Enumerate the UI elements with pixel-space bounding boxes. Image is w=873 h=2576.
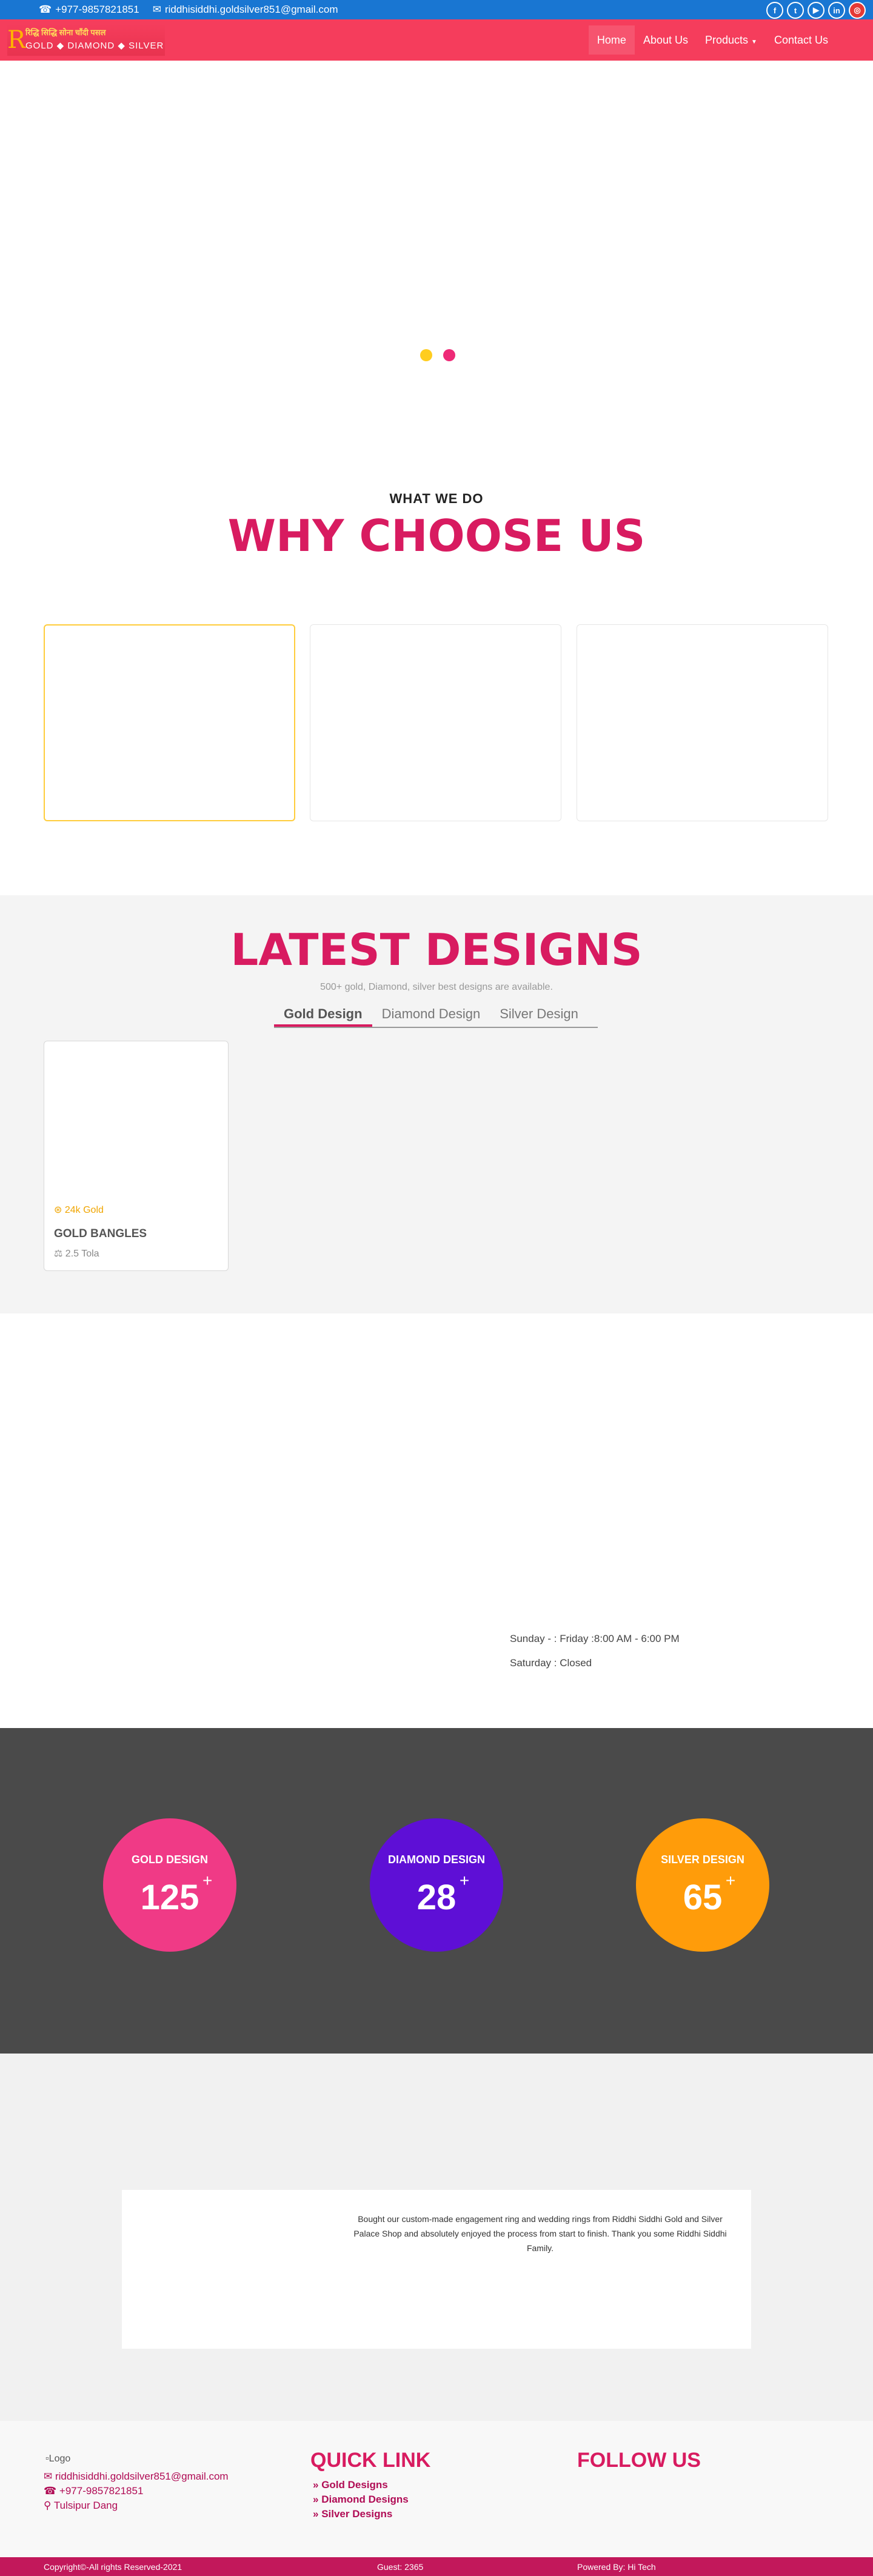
- counter-silver: SILVER DESIGN 65 +: [636, 1818, 769, 1952]
- footer-link-silver[interactable]: » Silver Designs: [313, 2508, 392, 2520]
- loader-dot: [420, 349, 432, 361]
- map-marker-icon: ⚲: [44, 2500, 54, 2511]
- testimonial-card: Bought our custom-made engagement ring a…: [122, 2190, 751, 2349]
- main-navbar: R रिद्धि सिद्धि सोना चाँदी पसल GOLD ◆ DI…: [0, 19, 873, 61]
- phone-icon: ☎: [44, 2485, 59, 2497]
- guest-counter: Guest: 2365: [377, 2562, 424, 2572]
- purity-badge: ⊛ 24k Gold: [54, 1204, 104, 1216]
- envelope-icon: ✉: [152, 4, 161, 15]
- nav-products[interactable]: Products ▼: [697, 25, 766, 55]
- product-name: GOLD BANGLES: [54, 1227, 147, 1240]
- feature-card: [577, 624, 828, 821]
- follow-us-heading: FOLLOW US: [577, 2449, 701, 2472]
- logo-mark-icon: R: [7, 26, 26, 54]
- design-tabs: Gold Design Diamond Design Silver Design: [274, 1000, 598, 1028]
- copyright-text: Copyright©-All rights Reserved-2021: [44, 2562, 182, 2572]
- double-chevron-icon: »: [313, 2494, 322, 2505]
- footer-link-label: Diamond Designs: [321, 2494, 409, 2505]
- powered-by[interactable]: Powered By: Hi Tech: [577, 2562, 656, 2572]
- section-eyebrow: WHAT WE DO: [389, 491, 484, 506]
- phone-text: +977-9857821851: [55, 4, 139, 15]
- why-title: WHY CHOOSE US: [227, 510, 646, 561]
- footer-logo-alt: Logo: [48, 2454, 71, 2464]
- plus-icon: +: [202, 1871, 213, 1890]
- counter-label: DIAMOND DESIGN: [387, 1854, 485, 1866]
- nav-products-label: Products: [704, 34, 749, 46]
- top-contact-bar: ☎ +977-9857821851 ✉ riddhisiddhi.goldsilve…: [0, 0, 873, 19]
- counter-value: 65 +: [683, 1871, 736, 1918]
- counter-gold: GOLD DESIGN 125 +: [103, 1818, 236, 1952]
- nav-menu: Home About Us Products ▼ Contact Us: [588, 25, 837, 55]
- footer-address: ⚲ Tulsipur Dang: [44, 2500, 118, 2512]
- counter-label: GOLD DESIGN: [131, 1854, 208, 1866]
- footer-address-text: Tulsipur Dang: [53, 2500, 118, 2511]
- phone-contact[interactable]: ☎ +977-9857821851: [39, 4, 139, 16]
- purity-icon: ⊛: [54, 1205, 62, 1215]
- feature-card: [310, 624, 561, 821]
- footer-phone-text: +977-9857821851: [59, 2485, 144, 2497]
- brand-tagline: GOLD ◆ DIAMOND ◆ SILVER: [25, 41, 164, 51]
- weight-icon: ⚖: [54, 1249, 63, 1259]
- plus-icon: +: [725, 1871, 736, 1890]
- tab-gold-design[interactable]: Gold Design: [274, 1000, 372, 1027]
- email-text: riddhisiddhi.goldsilver851@gmail.com: [164, 4, 338, 15]
- caret-down-icon: ▼: [751, 39, 757, 45]
- latest-title: LATEST DESIGNS: [230, 924, 643, 975]
- instagram-icon[interactable]: ◎: [849, 2, 866, 19]
- product-card[interactable]: ⊛ 24k Gold GOLD BANGLES ⚖ 2.5 Tola: [44, 1041, 229, 1271]
- double-chevron-icon: »: [313, 2508, 322, 2520]
- counter-value: 125 +: [140, 1871, 213, 1918]
- feature-card: [44, 624, 295, 821]
- hours-weekdays: Sunday - : Friday :8:00 AM - 6:00 PM: [510, 1633, 680, 1644]
- counter-diamond: DIAMOND DESIGN 28 +: [370, 1818, 503, 1952]
- nav-about[interactable]: About Us: [635, 25, 697, 55]
- footer-email[interactable]: ✉ riddhisiddhi.goldsilver851@gmail.com: [44, 2471, 229, 2483]
- counter-label: SILVER DESIGN: [661, 1854, 744, 1866]
- footer-logo: ▫Logo: [45, 2454, 70, 2464]
- counter-number: 28: [416, 1878, 457, 1917]
- email-contact[interactable]: ✉ riddhisiddhi.goldsilver851@gmail.com: [153, 4, 338, 16]
- footer-phone[interactable]: ☎ +977-9857821851: [44, 2485, 143, 2497]
- envelope-icon: ✉: [44, 2471, 55, 2482]
- footer-link-label: Silver Designs: [321, 2508, 393, 2520]
- nav-home[interactable]: Home: [588, 25, 635, 55]
- product-weight: ⚖ 2.5 Tola: [54, 1247, 99, 1260]
- plus-icon: +: [459, 1871, 470, 1890]
- testimonial-quote: Bought our custom-made engagement ring a…: [353, 2214, 727, 2253]
- phone-icon: ☎: [39, 4, 52, 15]
- counter-value: 28 +: [416, 1871, 470, 1918]
- twitter-icon[interactable]: t: [787, 2, 804, 19]
- latest-subtitle: 500+ gold, Diamond, silver best designs …: [320, 982, 553, 992]
- site-logo[interactable]: R रिद्धि सिद्धि सोना चाँदी पसल GOLD ◆ DI…: [7, 24, 165, 56]
- linkedin-icon[interactable]: in: [828, 2, 845, 19]
- counter-number: 125: [140, 1878, 199, 1917]
- contact-info: ☎ +977-9857821851 ✉ riddhisiddhi.goldsilve…: [39, 4, 338, 16]
- tab-silver-design[interactable]: Silver Design: [490, 1000, 588, 1027]
- footer-link-gold[interactable]: » Gold Designs: [313, 2479, 388, 2491]
- purity-text: 24k Gold: [64, 1205, 104, 1215]
- footer-link-diamond[interactable]: » Diamond Designs: [313, 2494, 409, 2506]
- footer-link-label: Gold Designs: [321, 2479, 388, 2491]
- copyright-bar: Copyright©-All rights Reserved-2021 Gues…: [0, 2557, 873, 2576]
- counter-number: 65: [683, 1878, 723, 1917]
- footer-email-text: riddhisiddhi.goldsilver851@gmail.com: [55, 2471, 229, 2482]
- quick-link-heading: QUICK LINK: [310, 2449, 431, 2472]
- nav-contact[interactable]: Contact Us: [766, 25, 837, 55]
- hero-loader: [420, 349, 455, 361]
- weight-text: 2.5 Tola: [65, 1249, 99, 1259]
- facebook-icon[interactable]: f: [766, 2, 783, 19]
- tab-diamond-design[interactable]: Diamond Design: [372, 1000, 490, 1027]
- loader-dot: [443, 349, 455, 361]
- double-chevron-icon: »: [313, 2479, 322, 2491]
- social-links: f t ▶ in ◎: [766, 2, 866, 19]
- hours-saturday: Saturday : Closed: [510, 1657, 592, 1669]
- youtube-icon[interactable]: ▶: [808, 2, 824, 19]
- brand-nepali: रिद्धि सिद्धि सोना चाँदी पसल: [25, 28, 106, 37]
